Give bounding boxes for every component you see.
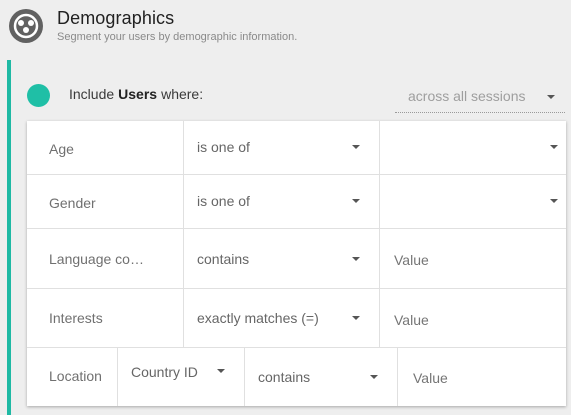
operator-value: contains xyxy=(258,369,311,385)
section-header: Demographics Segment your users by demog… xyxy=(0,0,571,56)
include-statement: Include Users where: xyxy=(69,86,203,102)
operator-value: exactly matches (=) xyxy=(197,310,319,326)
chevron-down-icon xyxy=(352,257,360,261)
operator-value: is one of xyxy=(197,193,250,209)
condition-label-cell: Location xyxy=(27,348,117,406)
filter-status-indicator xyxy=(27,84,50,107)
condition-row-age: Age is one of xyxy=(27,121,566,175)
condition-label: Language co… xyxy=(49,251,144,267)
operator-dropdown[interactable]: is one of xyxy=(183,175,380,228)
condition-label: Gender xyxy=(49,195,96,211)
condition-row-language: Language co… contains Value xyxy=(27,229,566,289)
operator-dropdown[interactable]: contains xyxy=(183,229,380,288)
chevron-down-icon xyxy=(352,316,360,320)
chevron-down-icon xyxy=(547,95,555,99)
chevron-down-icon xyxy=(550,199,558,203)
operator-value: contains xyxy=(197,251,250,267)
include-prefix: Include xyxy=(69,86,115,102)
chevron-down-icon xyxy=(352,145,360,149)
value-placeholder: Value xyxy=(394,252,429,268)
include-subject: Users xyxy=(118,86,158,102)
section-subtitle: Segment your users by demographic inform… xyxy=(57,31,298,43)
value-input[interactable]: Value xyxy=(379,289,567,347)
value-dropdown[interactable] xyxy=(379,121,567,174)
include-suffix: where: xyxy=(161,86,204,102)
condition-row-location: Location Country ID contains Value xyxy=(27,348,566,406)
conditions-table: Age is one of Gender is one of Language … xyxy=(27,121,566,406)
dimension-value: Country ID xyxy=(131,364,198,380)
session-scope-dropdown[interactable]: across all sessions xyxy=(395,86,565,113)
value-input[interactable]: Value xyxy=(397,348,567,406)
chevron-down-icon xyxy=(550,145,558,149)
value-input[interactable]: Value xyxy=(379,229,567,288)
operator-value: is one of xyxy=(197,139,250,155)
condition-label-cell: Interests xyxy=(27,289,183,347)
dimension-dropdown[interactable]: Country ID xyxy=(117,348,245,406)
value-dropdown[interactable] xyxy=(379,175,567,228)
operator-dropdown[interactable]: contains xyxy=(244,348,398,406)
condition-label-cell: Language co… xyxy=(27,229,183,288)
chevron-down-icon xyxy=(370,375,378,379)
value-placeholder: Value xyxy=(413,370,448,386)
condition-label: Age xyxy=(49,141,74,157)
session-scope-label: across all sessions xyxy=(408,88,526,104)
condition-row-interests: Interests exactly matches (=) Value xyxy=(27,289,566,348)
condition-label-cell: Age xyxy=(27,121,183,174)
chevron-down-icon xyxy=(217,369,225,373)
people-group-icon xyxy=(9,9,43,43)
operator-dropdown[interactable]: is one of xyxy=(183,121,380,174)
condition-row-gender: Gender is one of xyxy=(27,175,566,229)
condition-label: Location xyxy=(49,368,102,384)
value-placeholder: Value xyxy=(394,312,429,328)
chevron-down-icon xyxy=(352,199,360,203)
section-title: Demographics xyxy=(57,8,175,28)
condition-label-cell: Gender xyxy=(27,175,183,228)
operator-dropdown[interactable]: exactly matches (=) xyxy=(183,289,380,347)
condition-label: Interests xyxy=(49,310,103,326)
